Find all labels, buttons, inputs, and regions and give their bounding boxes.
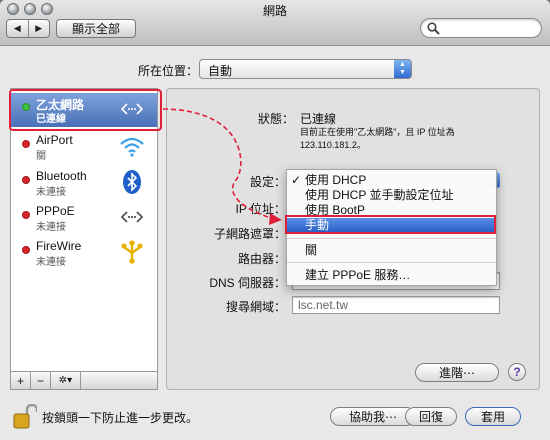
menu-item-label: 使用 DHCP 並手動設定位址 xyxy=(305,188,454,202)
menu-item-create-pppoe[interactable]: 建立 PPPoE 服務… xyxy=(287,268,496,282)
checkmark-icon: ✓ xyxy=(291,173,302,187)
help-button[interactable]: ? xyxy=(508,363,526,381)
network-preferences-window: 網路 ◀ ▶ 顯示全部 所在位置： 自動 ▲ ▼ 乙太網路 已連線 AirPor… xyxy=(0,0,550,440)
revert-button[interactable]: 回復 xyxy=(405,407,457,426)
menu-item-dhcp-manual[interactable]: 使用 DHCP 並手動設定位址 xyxy=(287,188,496,202)
menu-item-off[interactable]: 關 xyxy=(287,243,496,257)
menu-item-label: 使用 DHCP xyxy=(305,173,367,187)
padlock-icon xyxy=(13,403,39,429)
menu-item-dhcp[interactable]: ✓ 使用 DHCP xyxy=(287,173,496,187)
menu-separator xyxy=(287,238,496,239)
advanced-button[interactable]: 進階⋯ xyxy=(415,363,499,382)
apply-button[interactable]: 套用 xyxy=(465,407,521,426)
lock-hint-text: 按鎖頭一下防止進一步更改。 xyxy=(42,411,199,425)
menu-item-label: 關 xyxy=(305,243,318,257)
assist-me-button[interactable]: 協助我⋯ xyxy=(330,407,416,426)
menu-separator xyxy=(287,262,496,263)
lock-icon[interactable] xyxy=(13,403,39,433)
menu-item-label: 建立 PPPoE 服務… xyxy=(305,268,411,282)
manual-highlight-box xyxy=(285,215,496,234)
